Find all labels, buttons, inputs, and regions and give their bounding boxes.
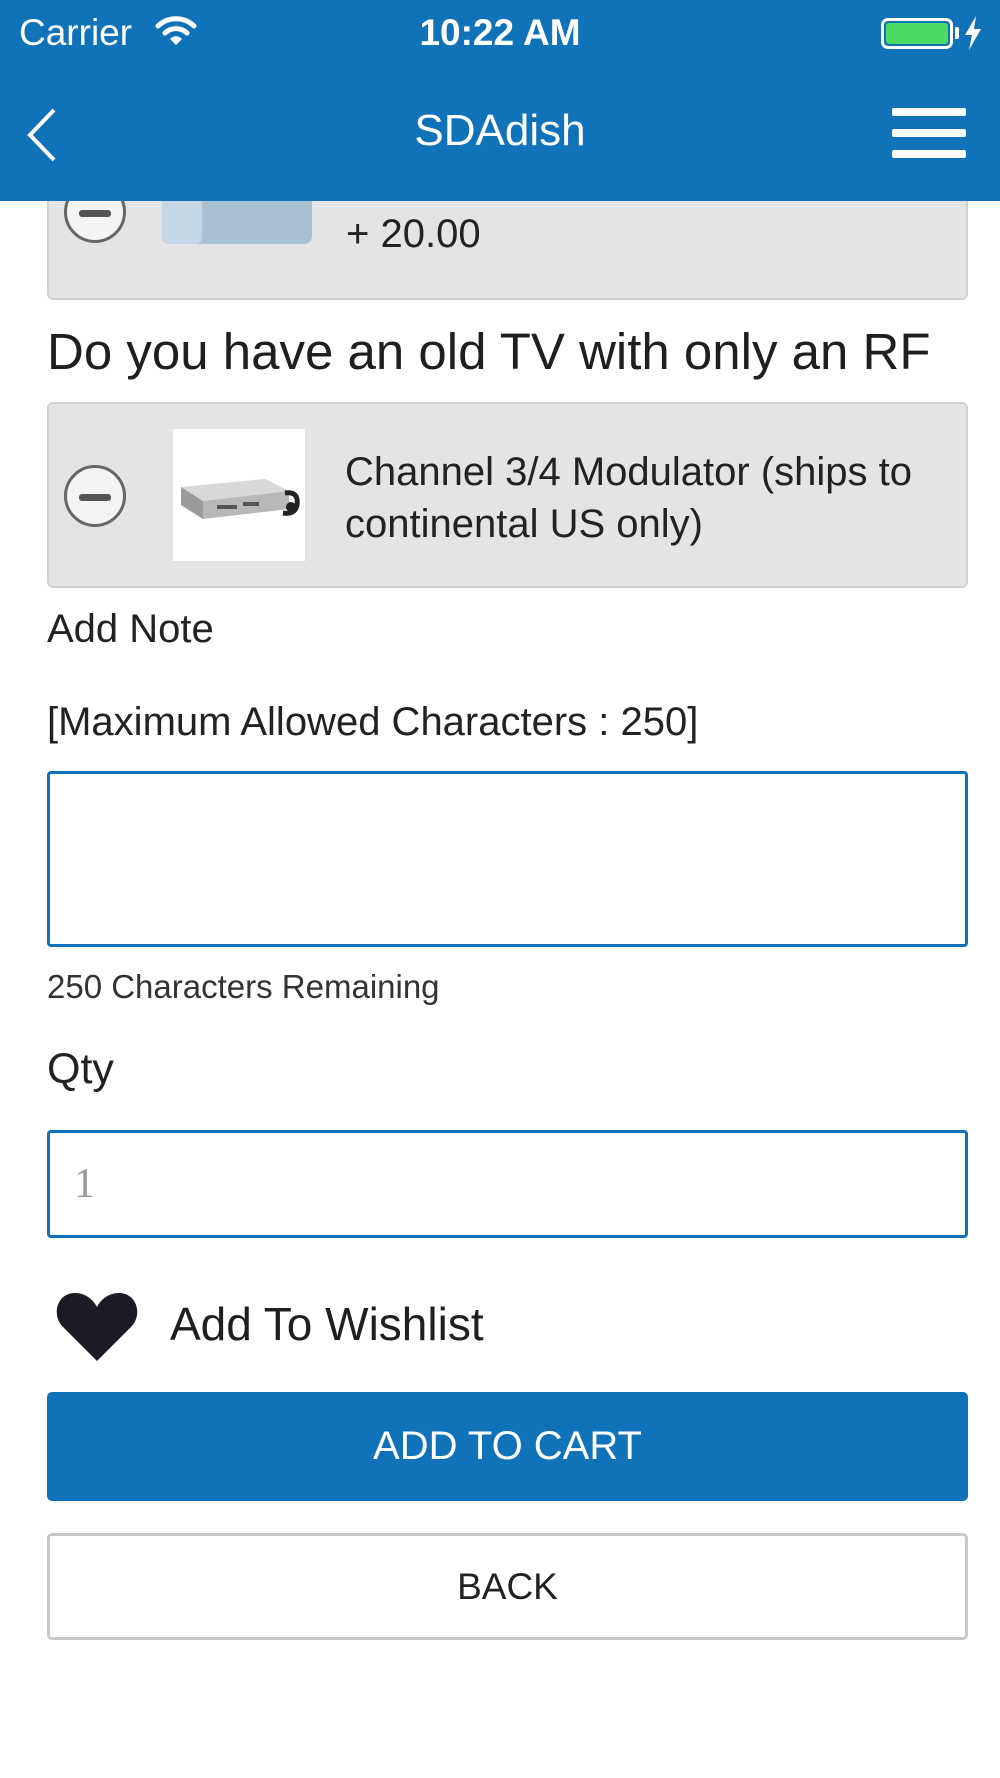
page-title: SDAdish bbox=[414, 106, 586, 155]
option-label: Channel 3/4 Modulator (ships to continen… bbox=[345, 450, 912, 546]
qty-input[interactable] bbox=[47, 1130, 968, 1238]
max-characters-label: [Maximum Allowed Characters : 250] bbox=[47, 700, 699, 744]
add-note-label: Add Note bbox=[47, 607, 214, 651]
add-to-cart-button[interactable]: ADD TO CART bbox=[47, 1392, 968, 1501]
top-bar: Carrier 10:22 AM SDAdish bbox=[0, 0, 1000, 201]
add-to-wishlist[interactable]: Add To Wishlist bbox=[55, 1285, 555, 1365]
qty-label: Qty bbox=[47, 1045, 114, 1093]
note-textarea[interactable] bbox=[47, 771, 968, 947]
characters-remaining: 250 Characters Remaining bbox=[47, 968, 440, 1005]
battery-tip bbox=[955, 27, 959, 39]
option-card-modulator: Channel 3/4 Modulator (ships to continen… bbox=[47, 402, 968, 588]
wishlist-label: Add To Wishlist bbox=[170, 1298, 484, 1350]
status-time: 10:22 AM bbox=[419, 12, 581, 53]
option-price: + 20.00 bbox=[346, 212, 481, 256]
question-text: Do you have an old TV with only an RF bbox=[47, 323, 931, 380]
minus-circle-icon[interactable] bbox=[64, 465, 126, 527]
nav-bar: SDAdish bbox=[0, 68, 1000, 201]
back-button[interactable]: BACK bbox=[47, 1533, 968, 1640]
hamburger-menu-icon[interactable] bbox=[892, 108, 966, 164]
heart-icon bbox=[56, 1293, 138, 1361]
status-bar: Carrier 10:22 AM bbox=[0, 0, 1000, 68]
battery-icon bbox=[881, 18, 953, 49]
product-options-screen: + 20.00 Do you have an old TV with only … bbox=[0, 0, 1000, 1778]
charging-bolt-icon bbox=[965, 16, 981, 50]
modulator-product-image bbox=[173, 429, 305, 561]
